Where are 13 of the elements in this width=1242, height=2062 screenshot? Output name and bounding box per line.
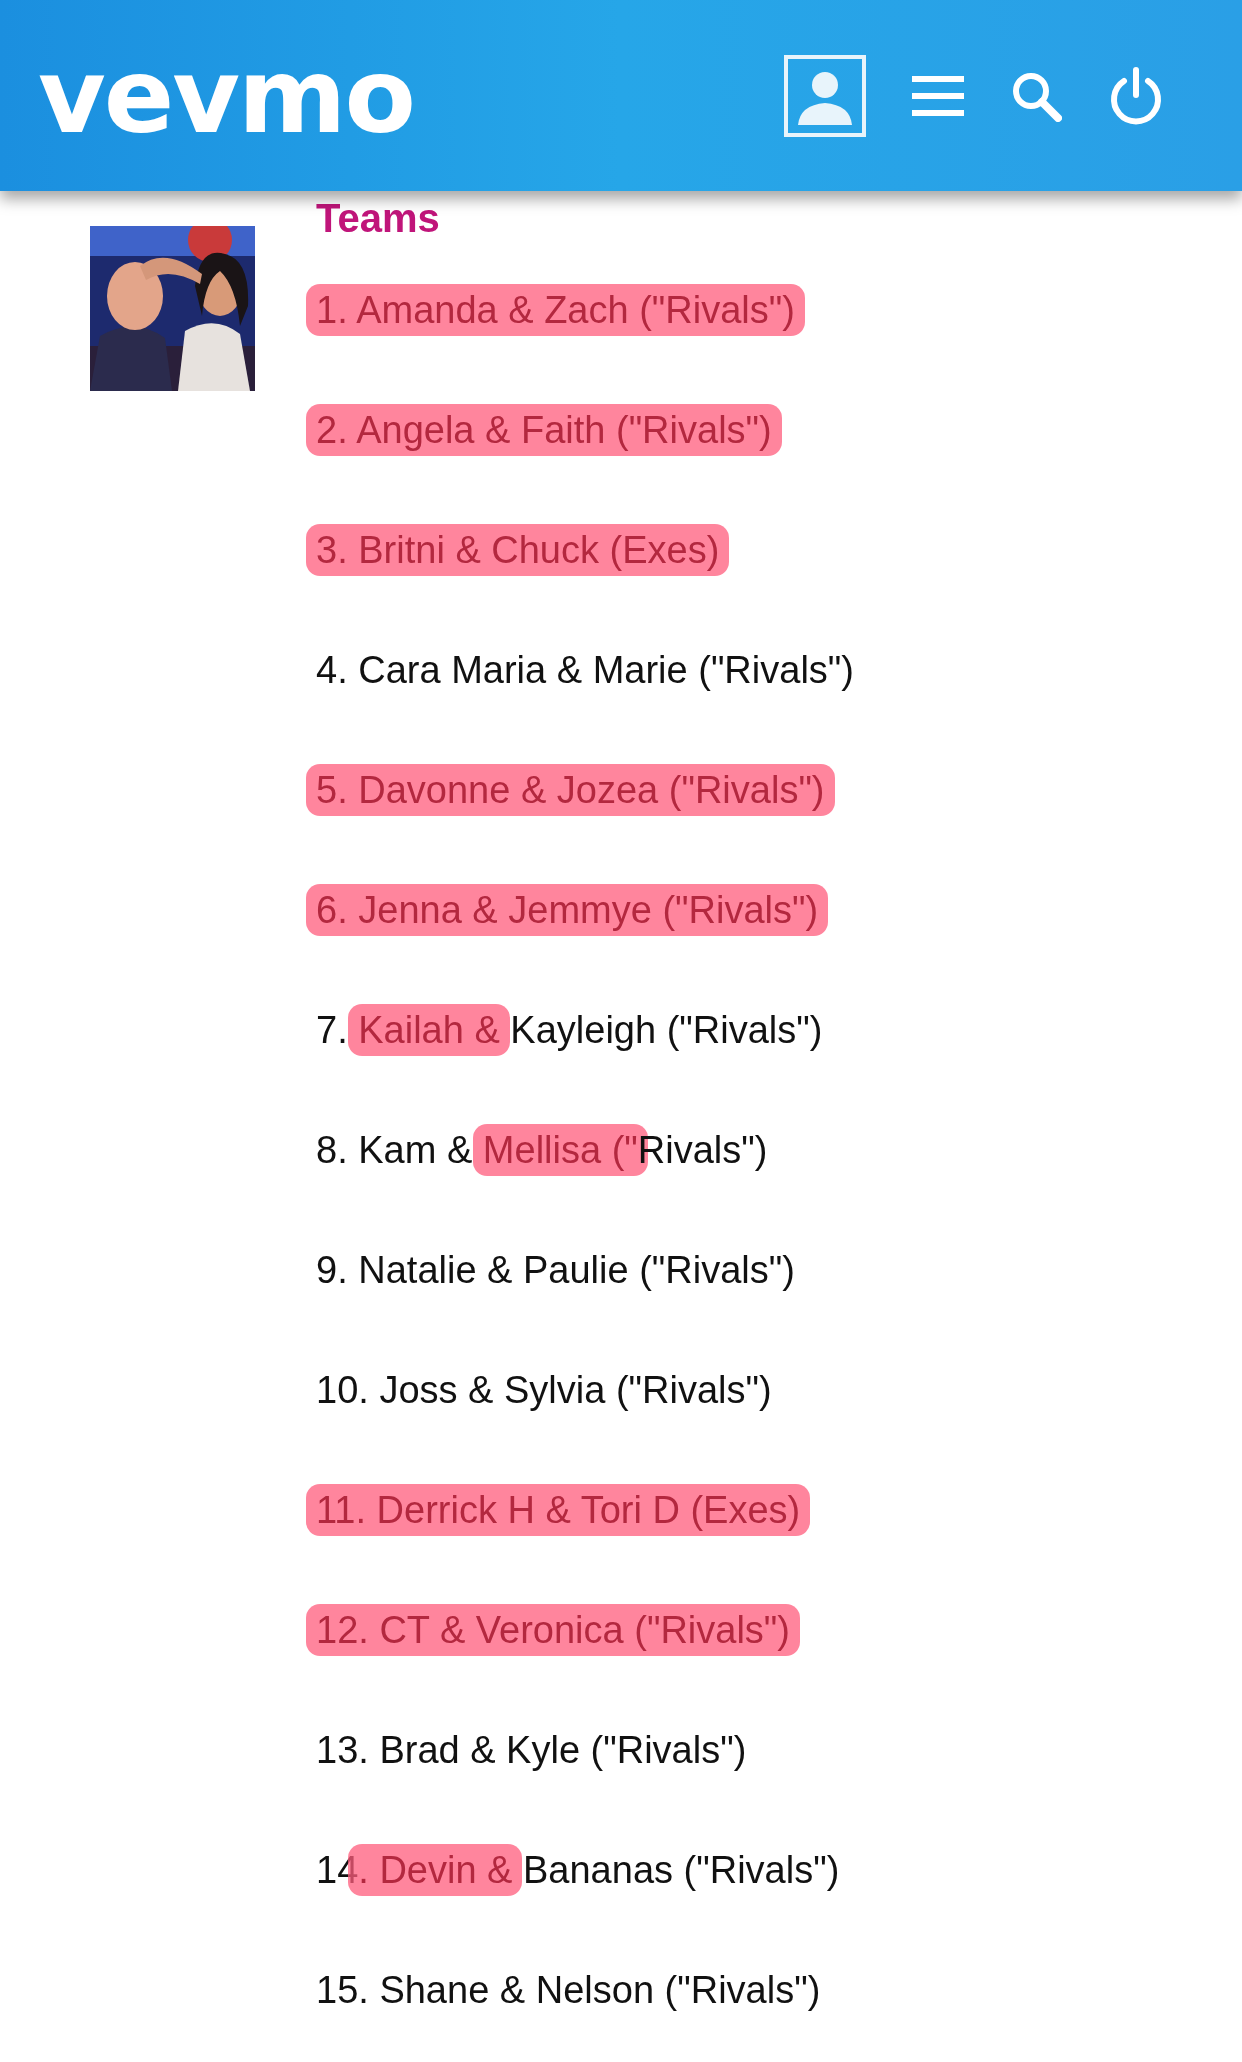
menu-icon[interactable] bbox=[912, 73, 964, 118]
section-heading: Teams bbox=[316, 196, 440, 240]
profile-icon[interactable] bbox=[784, 54, 866, 137]
team-entry: 15. Shane & Nelson ("Rivals") bbox=[315, 1968, 822, 2013]
team-entry: 9. Natalie & Paulie ("Rivals") bbox=[315, 1248, 796, 1293]
team-entry: 7. Kailah & Kayleigh ("Rivals") bbox=[302, 1004, 837, 1056]
team-entry: 13. Brad & Kyle ("Rivals") bbox=[315, 1728, 748, 1773]
team-entry: 4. Cara Maria & Marie ("Rivals") bbox=[315, 648, 855, 693]
team-entry: 10. Joss & Sylvia ("Rivals") bbox=[315, 1368, 773, 1413]
team-entry: 8. Kam & Mellisa ("Rivals") bbox=[302, 1124, 782, 1176]
logo[interactable]: vevmo bbox=[38, 43, 414, 148]
power-icon[interactable] bbox=[1108, 66, 1164, 125]
team-entry: 14. Devin & Bananas ("Rivals") bbox=[302, 1844, 854, 1896]
